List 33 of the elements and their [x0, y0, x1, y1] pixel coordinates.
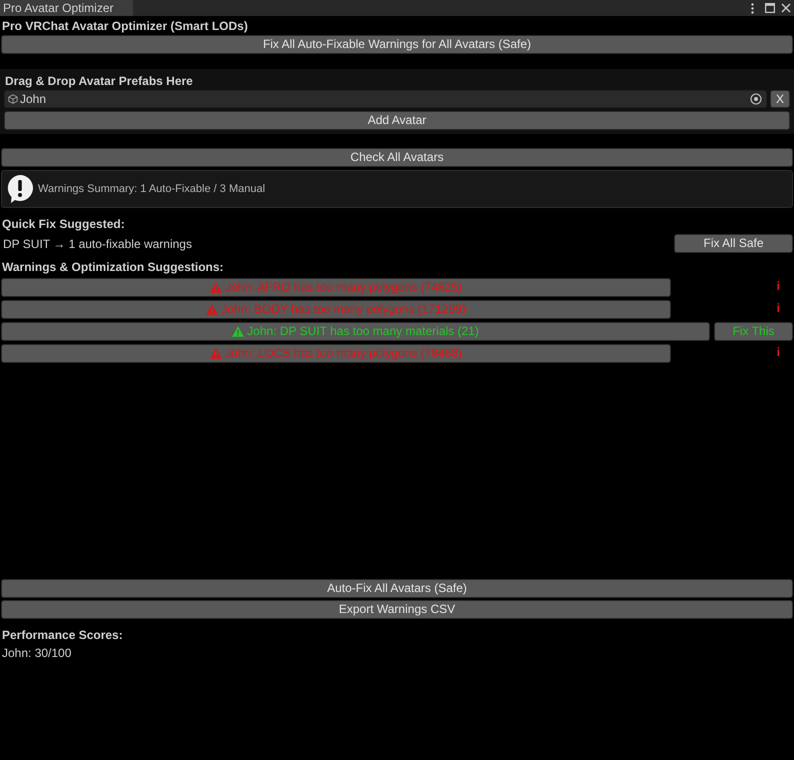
warning-speech-bubble-icon: [6, 174, 34, 204]
check-all-avatars-button[interactable]: Check All Avatars: [1, 148, 793, 167]
warning-triangle-icon: [210, 282, 222, 293]
performance-heading: Performance Scores:: [1, 627, 124, 643]
warnings-heading: Warnings & Optimization Suggestions:: [1, 259, 225, 275]
info-marker: i: [776, 300, 780, 317]
performance-score: John: 30/100: [1, 645, 72, 661]
quick-fix-heading: Quick Fix Suggested:: [1, 216, 126, 232]
add-avatar-button[interactable]: Add Avatar: [4, 111, 790, 130]
avatar-name: John: [20, 92, 46, 106]
window-tab[interactable]: Pro Avatar Optimizer: [0, 0, 133, 16]
warning-triangle-icon: [232, 326, 244, 337]
action-button[interactable]: Export Warnings CSV: [1, 600, 793, 619]
action-button[interactable]: Auto-Fix All Avatars (Safe): [1, 579, 793, 598]
more-options-icon[interactable]: [751, 2, 754, 14]
remove-avatar-button[interactable]: X: [770, 90, 790, 108]
drop-panel-label: Drag & Drop Avatar Prefabs Here: [4, 73, 194, 89]
object-picker-icon[interactable]: [750, 93, 762, 105]
info-marker: i: [776, 344, 780, 361]
quick-fix-text: DP SUIT → 1 auto-fixable warnings: [2, 236, 192, 250]
info-marker: i: [776, 278, 780, 295]
avatar-object-field[interactable]: John: [4, 90, 767, 108]
fix-all-warnings-button[interactable]: Fix All Auto-Fixable Warnings for All Avatars (Safe): [1, 35, 793, 54]
close-icon[interactable]: [781, 3, 791, 13]
warning-button[interactable]: John: DP SUIT has too many materials (21): [1, 322, 710, 341]
cube-icon: [8, 94, 18, 104]
fix-all-safe-button[interactable]: Fix All Safe: [674, 234, 793, 253]
warnings-summary-text: Warnings Summary: 1 Auto-Fixable / 3 Manual: [38, 183, 266, 195]
warning-triangle-icon: [210, 348, 222, 359]
fix-this-button[interactable]: Fix This: [714, 322, 793, 341]
maximize-icon[interactable]: [765, 3, 775, 13]
warning-triangle-icon: [206, 304, 218, 315]
editor-title: Pro VRChat Avatar Optimizer (Smart LODs): [1, 18, 249, 34]
